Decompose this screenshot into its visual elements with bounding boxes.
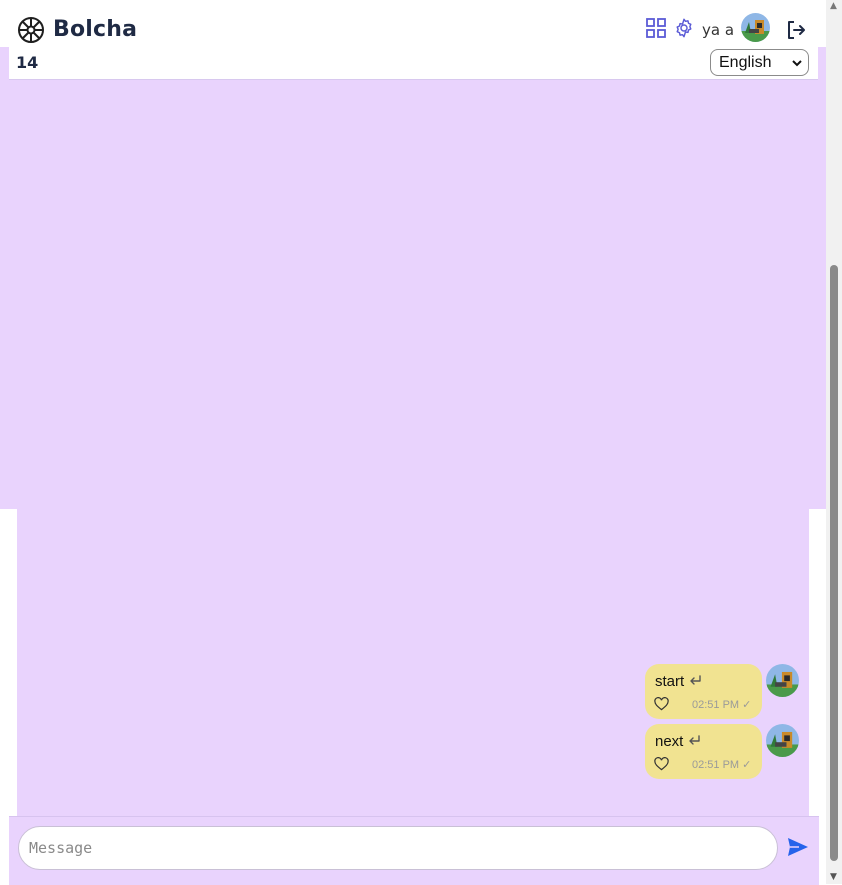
chat-area-top <box>0 80 826 509</box>
chat-edge-right <box>818 47 826 80</box>
scroll-up-arrow[interactable]: ▲ <box>830 1 837 11</box>
grid-icon[interactable] <box>645 17 667 39</box>
logo-icon <box>18 17 44 43</box>
heart-icon[interactable] <box>654 757 669 771</box>
avatar[interactable] <box>766 664 799 697</box>
scrollbar-thumb[interactable] <box>830 265 838 861</box>
message-bubble[interactable]: next 02:51 PM ✓ <box>645 724 762 779</box>
gear-icon[interactable] <box>673 17 695 39</box>
check-icon: ✓ <box>742 699 752 711</box>
reply-icon[interactable] <box>687 735 701 747</box>
app-title: Bolcha <box>53 17 138 42</box>
check-icon: ✓ <box>742 759 752 771</box>
scroll-down-arrow[interactable]: ▼ <box>830 872 837 882</box>
room-count: 14 <box>16 53 39 72</box>
message-input[interactable] <box>18 826 778 870</box>
reply-icon[interactable] <box>688 675 702 687</box>
message-time: 02:51 PM ✓ <box>692 759 752 771</box>
avatar[interactable] <box>766 724 799 757</box>
message-item: next 02:51 PM ✓ <box>645 724 800 780</box>
scrollbar[interactable]: ▲ ▼ <box>826 0 842 884</box>
brand[interactable]: Bolcha <box>17 16 137 44</box>
avatar[interactable] <box>741 13 770 42</box>
app-header: Bolcha ya a <box>0 0 826 47</box>
message-time: 02:51 PM ✓ <box>692 699 752 711</box>
logout-icon[interactable] <box>785 19 807 41</box>
message-bubble[interactable]: start 02:51 PM ✓ <box>645 664 762 719</box>
chat-edge-left <box>0 47 9 80</box>
message-text: start <box>655 673 702 690</box>
send-icon[interactable] <box>787 836 809 858</box>
language-select[interactable]: English <box>710 49 809 76</box>
language-selected: English <box>719 54 772 71</box>
composer <box>9 816 819 885</box>
user-name[interactable]: ya a <box>702 20 734 40</box>
message-text: next <box>655 733 701 750</box>
message-item: start 02:51 PM ✓ <box>645 664 800 720</box>
room-bar: 14 English <box>9 47 818 80</box>
heart-icon[interactable] <box>654 697 669 711</box>
chevron-down-icon <box>792 60 802 67</box>
